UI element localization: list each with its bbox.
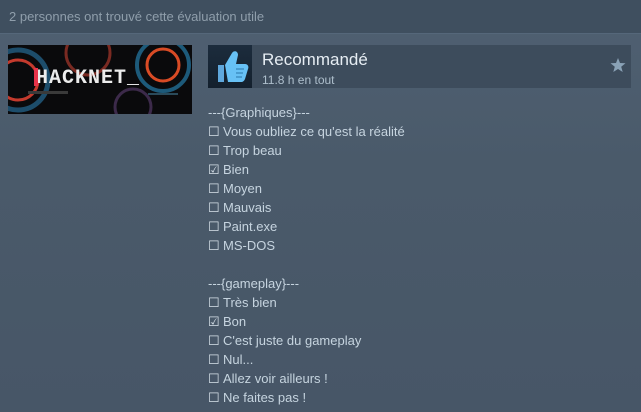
checklist-label: Bon xyxy=(223,314,247,329)
unchecked-box-icon: ☐ xyxy=(208,200,220,215)
checklist-item: ☑ Bien xyxy=(208,160,628,179)
checklist-label: Très bien xyxy=(223,295,277,310)
checklist-label: Vous oubliez ce qu'est la réalité xyxy=(223,124,405,139)
game-banner[interactable]: HACKNET_ xyxy=(8,45,192,114)
checklist-label: Ne faites pas ! xyxy=(223,390,307,405)
checklist-item: ☐ Trop beau xyxy=(208,141,628,160)
checklist-label: C'est juste du gameplay xyxy=(223,333,362,348)
banner-logo-text: HACKNET_ xyxy=(36,67,140,90)
unchecked-box-icon: ☐ xyxy=(208,181,220,196)
section-header: ---{Graphiques}--- xyxy=(208,105,310,120)
unchecked-box-icon: ☐ xyxy=(208,219,220,234)
checklist-item: ☑ Bon xyxy=(208,312,628,331)
hours-played: 11.8 h en tout xyxy=(262,73,335,87)
checklist-item: ☐ MS-DOS xyxy=(208,236,628,255)
checklist-item: ☐ Vous oubliez ce qu'est la réalité xyxy=(208,122,628,141)
unchecked-box-icon: ☐ xyxy=(208,333,220,348)
hacknet-logo-image: HACKNET_ xyxy=(8,45,192,114)
unchecked-box-icon: ☐ xyxy=(208,371,220,386)
unchecked-box-icon: ☐ xyxy=(208,352,220,367)
checklist-label: Bien xyxy=(223,162,250,177)
review-card: 2 personnes ont trouvé cette évaluation … xyxy=(0,0,641,412)
checklist-label: Allez voir ailleurs ! xyxy=(223,371,328,386)
checklist-label: MS-DOS xyxy=(223,238,275,253)
checklist-label: Mauvais xyxy=(223,200,272,215)
unchecked-box-icon: ☐ xyxy=(208,143,220,158)
checklist-item: ☐ Paint.exe xyxy=(208,217,628,236)
helpful-bar: 2 personnes ont trouvé cette évaluation … xyxy=(0,0,641,34)
review-body: ---{Graphiques}--- ☐ Vous oubliez ce qu'e… xyxy=(208,103,628,407)
thumbs-up-icon xyxy=(208,45,252,88)
checklist-item: ☐ Mauvais xyxy=(208,198,628,217)
unchecked-box-icon: ☐ xyxy=(208,124,220,139)
checklist-label: Moyen xyxy=(223,181,263,196)
review-verdict: Recommandé xyxy=(262,50,368,69)
unchecked-box-icon: ☐ xyxy=(208,238,220,253)
checked-box-icon: ☑ xyxy=(208,162,220,177)
section-header: ---{gameplay}--- xyxy=(208,276,300,291)
checklist-item: ☐ Allez voir ailleurs ! xyxy=(208,369,628,388)
helpful-count-text: 2 personnes ont trouvé cette évaluation … xyxy=(9,9,265,24)
checklist-item: ☐ Nul... xyxy=(208,350,628,369)
checklist-item: ☐ Ne faites pas ! xyxy=(208,388,628,407)
review-header[interactable]: Recommandé 11.8 h en tout xyxy=(208,45,631,88)
unchecked-box-icon: ☐ xyxy=(208,295,220,310)
checklist-label: Paint.exe xyxy=(223,219,278,234)
checklist-item: ☐ C'est juste du gameplay xyxy=(208,331,628,350)
checklist-label: Nul... xyxy=(223,352,254,367)
star-icon[interactable] xyxy=(610,57,626,73)
checklist-item: ☐ Moyen xyxy=(208,179,628,198)
checked-box-icon: ☑ xyxy=(208,314,220,329)
checklist-label: Trop beau xyxy=(223,143,282,158)
unchecked-box-icon: ☐ xyxy=(208,390,220,405)
checklist-item: ☐ Très bien xyxy=(208,293,628,312)
